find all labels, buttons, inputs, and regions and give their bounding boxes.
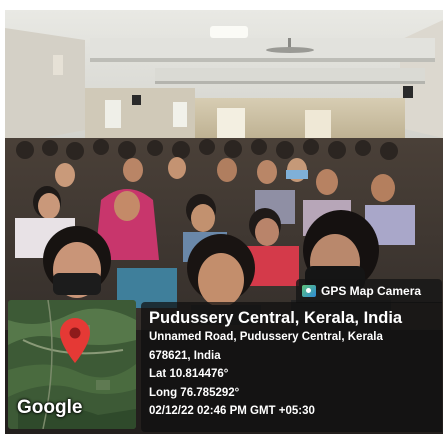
map-thumbnail: Google [8, 300, 136, 429]
location-longitude: Long 76.785292° [149, 386, 240, 399]
location-info-panel: Pudussery Central, Kerala, India Unnamed… [141, 302, 442, 432]
location-datetime: 02/12/22 02:46 PM GMT +05:30 [149, 405, 315, 417]
camera-badge-label: GPS Map Camera [321, 284, 422, 298]
gps-map-camera-icon [302, 285, 316, 297]
gps-map-camera-badge: GPS Map Camera [296, 279, 442, 303]
location-postal: 678621, India [149, 349, 221, 362]
location-address: Unnamed Road, Pudussery Central, Kerala [149, 331, 383, 343]
google-logo: Google [17, 397, 83, 418]
location-latitude: Lat 10.814476° [149, 368, 229, 380]
location-title: Pudussery Central, Kerala, India [149, 309, 403, 327]
